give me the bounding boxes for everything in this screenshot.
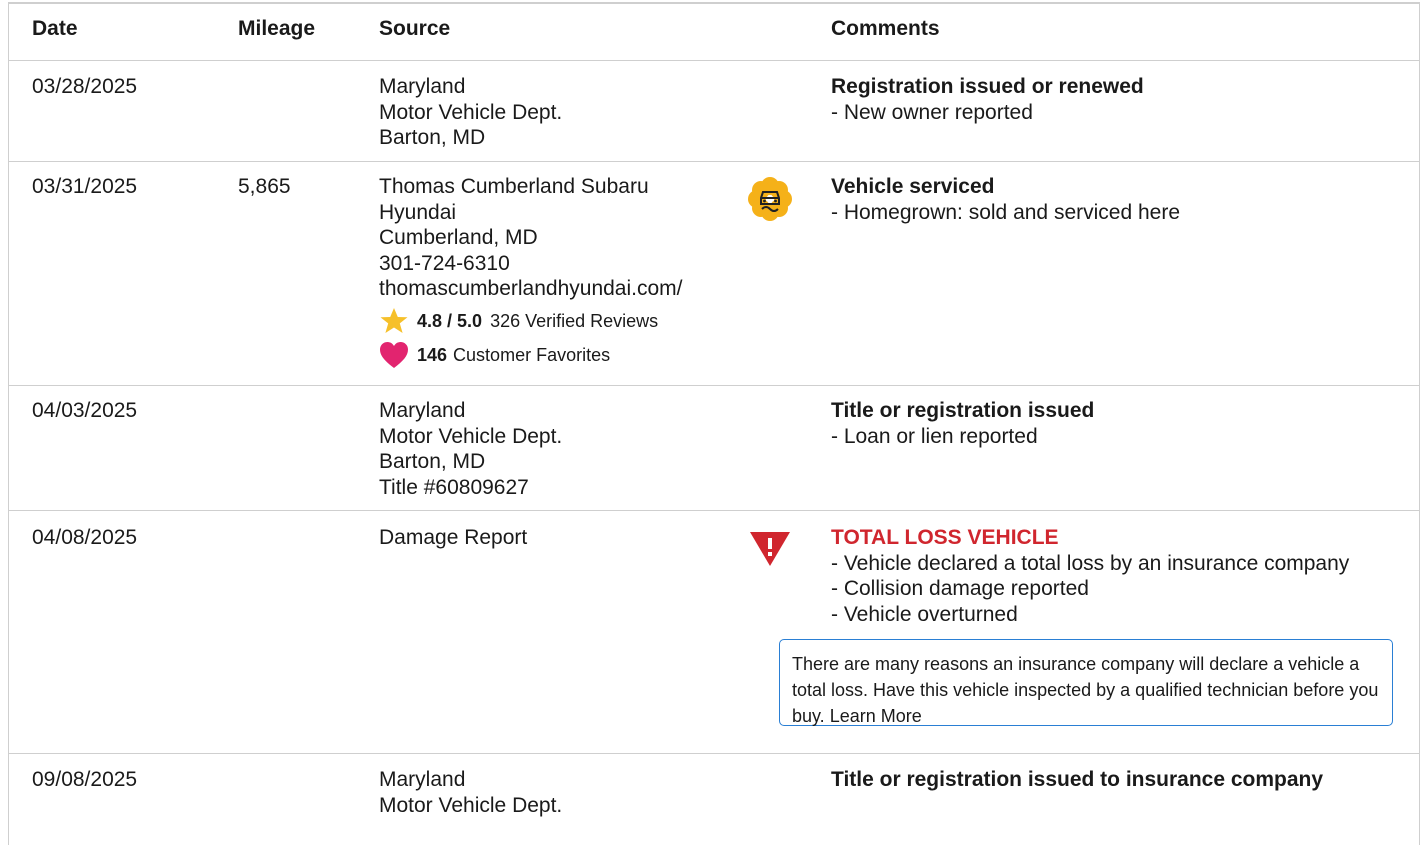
header-comments: Comments [831,17,940,40]
row-source: Maryland Motor Vehicle Dept. Barton, MD … [379,398,562,500]
table-row: 03/31/2025 5,865 Thomas Cumberland Subar… [9,162,1419,386]
comment-title: Title or registration issued to insuranc… [831,768,1324,791]
source-line: Motor Vehicle Dept. [379,793,563,817]
row-date: 03/31/2025 [32,175,138,198]
dealer-website-link[interactable]: thomascumberlandhyundai.com/ [379,276,683,302]
rating-reviews: 326 Verified Reviews [490,310,659,331]
row-comments: Title or registration issued Loan or lie… [831,398,1094,449]
row-date: 09/08/2025 [32,768,138,791]
heart-icon [379,340,409,370]
source-line: Motor Vehicle Dept. [379,424,563,448]
comment-title: Vehicle serviced [831,175,995,198]
source-line: Maryland [379,399,466,422]
row-date: 04/03/2025 [32,399,138,422]
row-comments: Vehicle serviced Homegrown: sold and ser… [831,174,1180,225]
source-line: Title #60809627 [379,475,529,499]
row-source: Damage Report [379,525,527,551]
star-icon [379,306,409,336]
row-comments: TOTAL LOSS VEHICLE Vehicle declared a to… [831,525,1349,627]
comment-bullet: Vehicle overturned [831,602,1349,628]
warning-triangle-icon [749,530,791,568]
car-service-icon [748,177,792,221]
comment-title: Registration issued or renewed [831,75,1144,98]
row-source: Thomas Cumberland Subaru Hyundai Cumberl… [379,174,683,370]
row-comments: Title or registration issued to insuranc… [831,767,1323,793]
comment-bullet: Homegrown: sold and serviced here [831,200,1180,226]
source-line: Cumberland, MD [379,226,538,249]
header-mileage: Mileage [238,17,316,40]
comment-bullet: Vehicle declared a total loss by an insu… [831,551,1349,577]
favorites-count: 146 [417,344,448,365]
table-row: 04/03/2025 Maryland Motor Vehicle Dept. … [9,386,1419,511]
row-date: 04/08/2025 [32,526,138,549]
source-line: Maryland [379,768,466,791]
comment-bullet: New owner reported [831,100,1144,126]
table-row: 04/08/2025 Damage Report TOTAL LOSS VEHI… [9,511,1419,754]
table-row: 09/08/2025 Maryland Motor Vehicle Dept. … [9,754,1419,854]
learn-more-link[interactable]: Learn More [830,706,922,726]
rating-score: 4.8 / 5.0 [417,310,483,331]
source-line: Motor Vehicle Dept. [379,100,563,124]
header-source: Source [379,17,451,40]
comment-bullet: Loan or lien reported [831,424,1094,450]
row-mileage: 5,865 [238,175,291,198]
customer-favorites[interactable]: 146 Customer Favorites [379,340,683,370]
source-line: Hyundai [379,200,457,224]
comment-title: Title or registration issued [831,399,1095,422]
source-line: Maryland [379,75,466,98]
source-line: Barton, MD [379,126,486,149]
source-line: Damage Report [379,526,528,549]
row-source: Maryland Motor Vehicle Dept. [379,767,562,818]
total-loss-notice: There are many reasons an insurance comp… [779,639,1393,726]
total-loss-title: TOTAL LOSS VEHICLE [831,526,1059,549]
table-row: 03/28/2025 Maryland Motor Vehicle Dept. … [9,61,1419,162]
header-date: Date [32,17,78,40]
vehicle-history-table: Date Mileage Source Comments 03/28/2025 … [8,2,1420,845]
table-header: Date Mileage Source Comments [9,4,1419,61]
source-line: Barton, MD [379,450,486,473]
row-date: 03/28/2025 [32,75,138,98]
dealer-rating[interactable]: 4.8 / 5.0 326 Verified Reviews [379,306,683,336]
comment-bullet: Collision damage reported [831,576,1349,602]
row-comments: Registration issued or renewed New owner… [831,74,1144,125]
source-line: 301-724-6310 [379,251,510,275]
row-source: Maryland Motor Vehicle Dept. Barton, MD [379,74,562,151]
favorites-label: Customer Favorites [453,344,611,365]
source-line: Thomas Cumberland Subaru [379,175,649,198]
